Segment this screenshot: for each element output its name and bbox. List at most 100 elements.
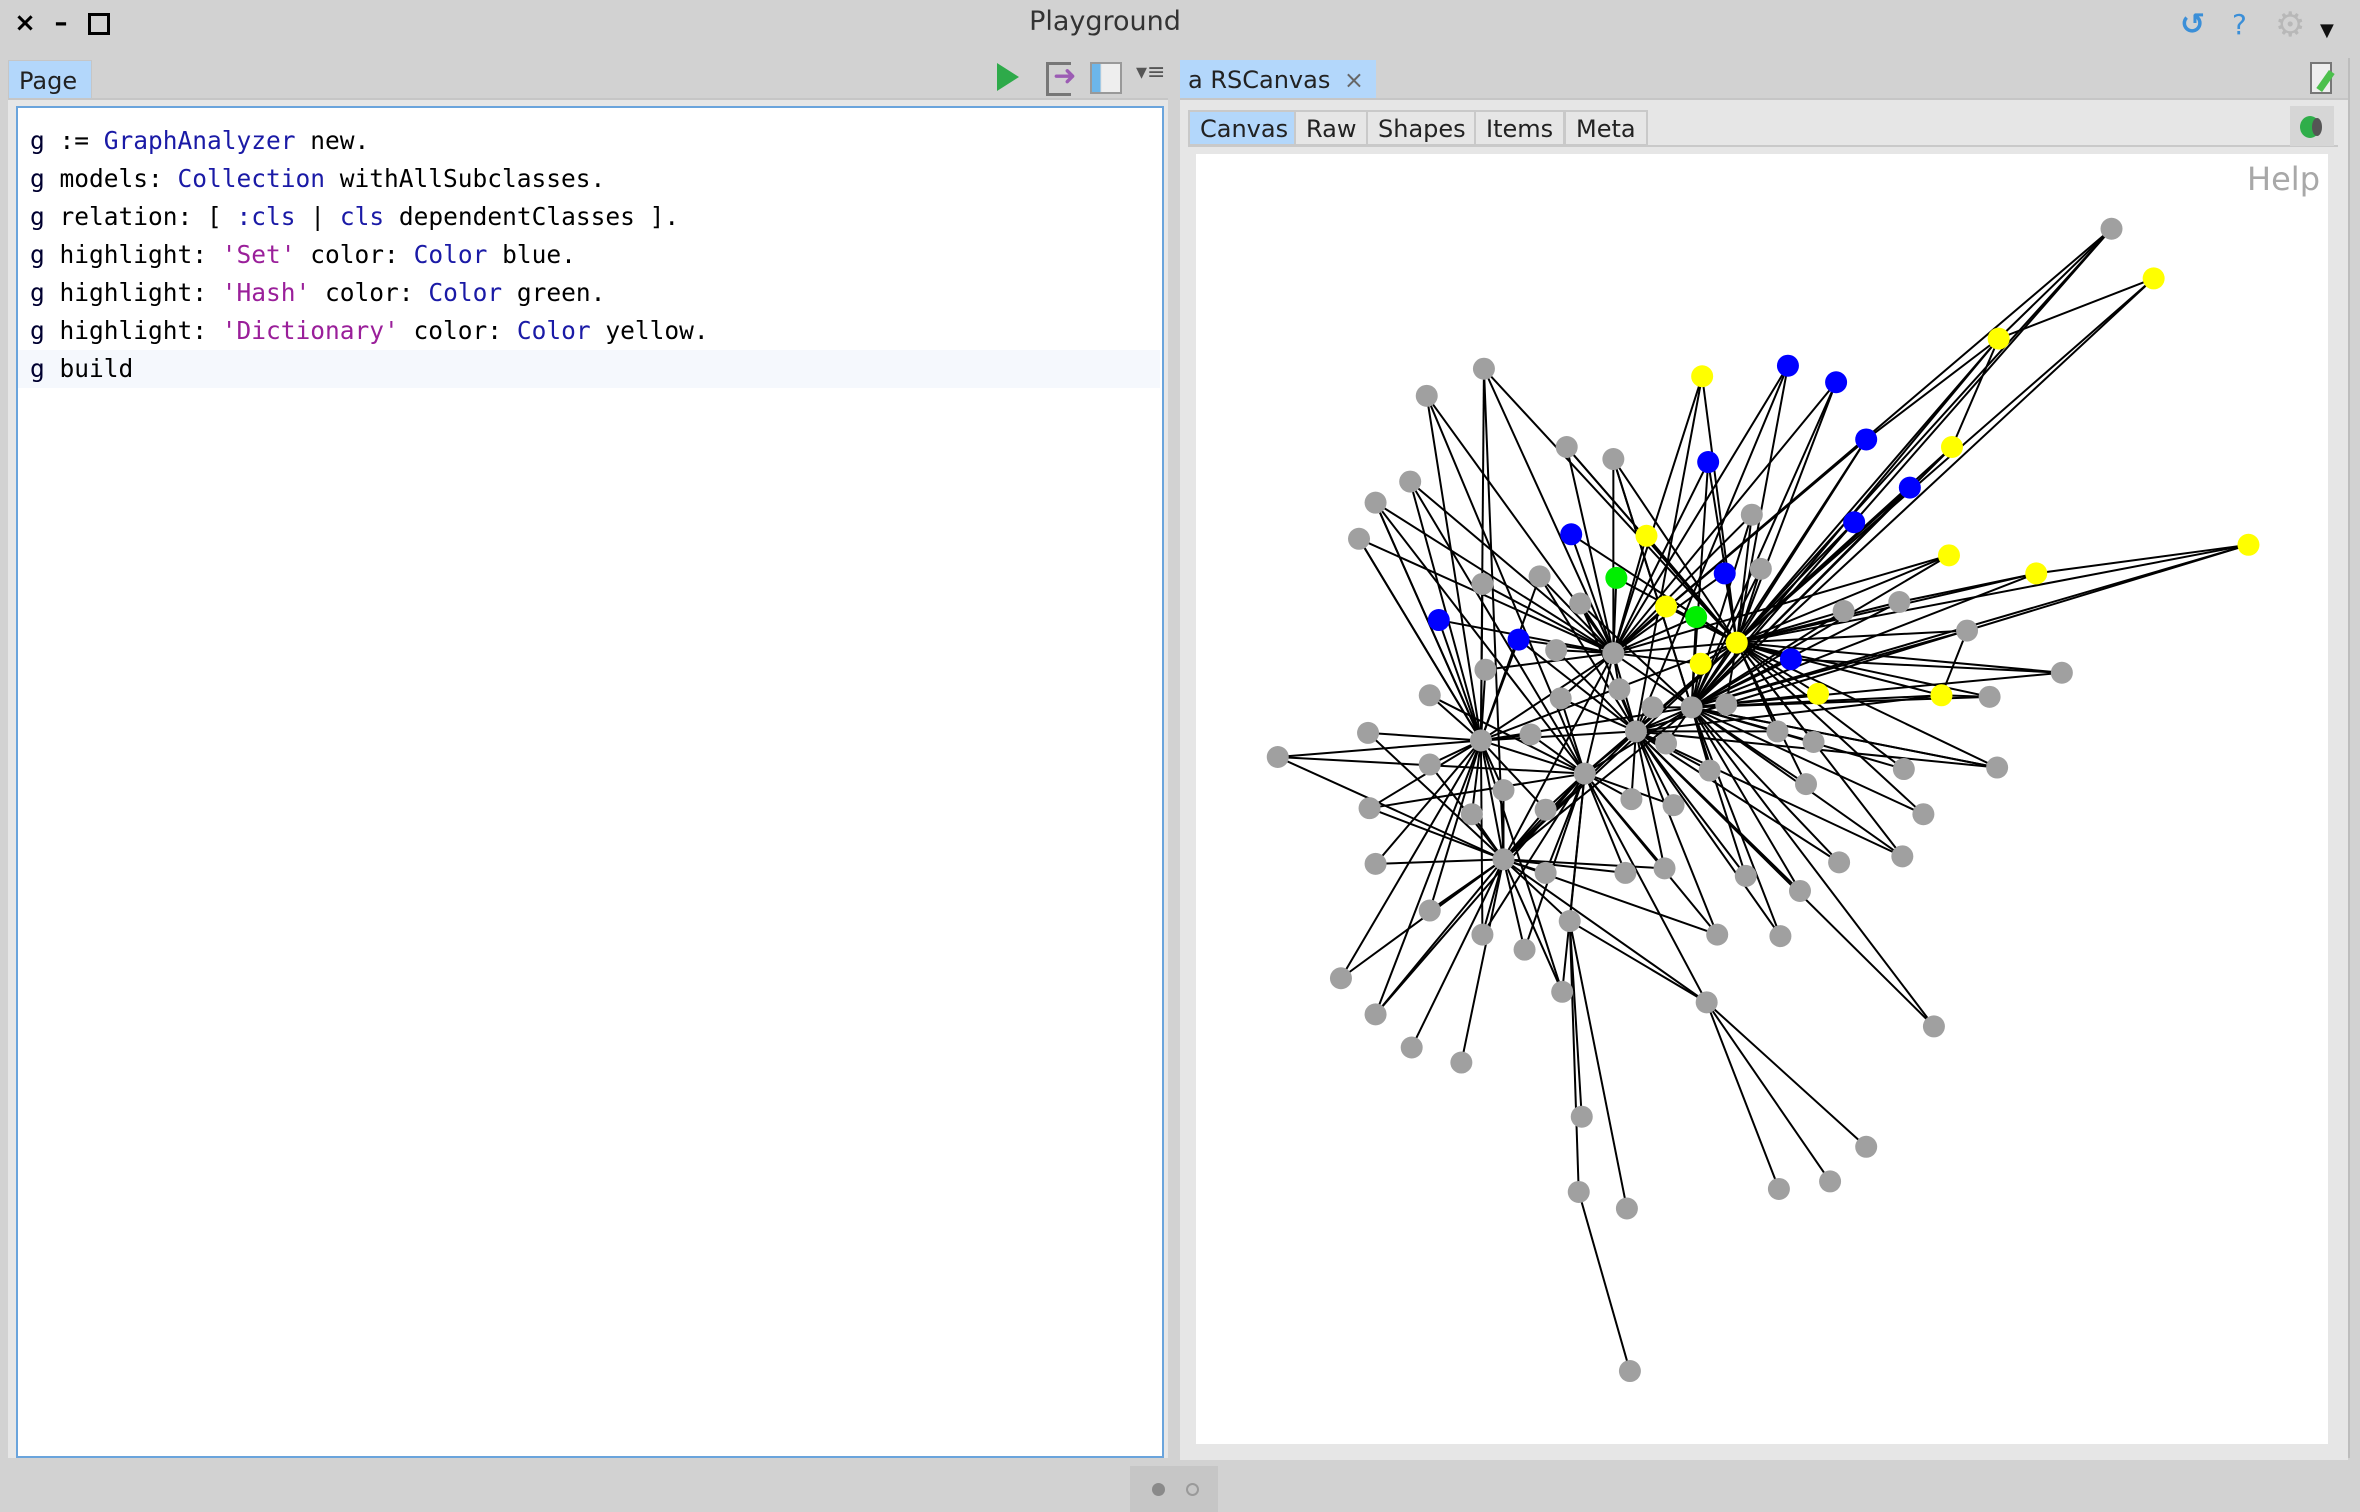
- graph-node-blue[interactable]: [1427, 609, 1450, 632]
- graph-node-blue[interactable]: [1560, 523, 1583, 546]
- graph-node-blue[interactable]: [1825, 371, 1848, 394]
- graph-node-gray[interactable]: [1828, 851, 1851, 874]
- graph-node-gray[interactable]: [1795, 773, 1817, 796]
- graph-node-gray[interactable]: [1551, 980, 1574, 1003]
- graph-node-gray[interactable]: [1715, 693, 1738, 716]
- bindings-icon[interactable]: [1090, 62, 1122, 94]
- graph-node-gray[interactable]: [1492, 848, 1515, 871]
- graph-node-gray[interactable]: [1615, 1197, 1638, 1220]
- tab-rscanvas[interactable]: a RSCanvas ×: [1180, 60, 1376, 98]
- graph-node-yellow[interactable]: [1930, 684, 1953, 707]
- subtab-meta[interactable]: Meta: [1564, 110, 1648, 146]
- graph-node-gray[interactable]: [1698, 759, 1721, 782]
- graph-node-gray[interactable]: [1450, 1051, 1473, 1074]
- graph-node-gray[interactable]: [1922, 1015, 1945, 1038]
- graph-node-gray[interactable]: [1400, 1036, 1423, 1059]
- graph-node-gray[interactable]: [1802, 730, 1825, 753]
- graph-node-yellow[interactable]: [1937, 544, 1960, 567]
- pane-splitter[interactable]: [1168, 58, 1180, 1458]
- dependency-graph[interactable]: [1196, 154, 2328, 1444]
- code-line[interactable]: g build: [18, 350, 1160, 388]
- graph-node-gray[interactable]: [1706, 923, 1729, 946]
- graph-node-gray[interactable]: [1819, 1170, 1842, 1193]
- graph-node-gray[interactable]: [1528, 565, 1551, 588]
- code-line[interactable]: g := GraphAnalyzer new.: [30, 122, 369, 160]
- help-icon[interactable]: ?: [2232, 8, 2247, 42]
- graph-node-gray[interactable]: [1534, 798, 1557, 821]
- graph-node-green[interactable]: [1685, 606, 1708, 629]
- graph-node-gray[interactable]: [1418, 899, 1441, 922]
- graph-node-gray[interactable]: [1641, 696, 1664, 719]
- page-dot-1[interactable]: [1152, 1483, 1165, 1496]
- graph-node-blue[interactable]: [1713, 562, 1736, 585]
- graph-node-gray[interactable]: [1364, 852, 1387, 875]
- graph-node-gray[interactable]: [1662, 794, 1685, 817]
- graph-node-gray[interactable]: [1956, 619, 1979, 642]
- graph-node-gray[interactable]: [1558, 910, 1581, 933]
- graph-node-gray[interactable]: [1891, 845, 1914, 868]
- graph-node-yellow[interactable]: [1691, 365, 1714, 388]
- graph-node-gray[interactable]: [1358, 797, 1381, 820]
- graph-node-gray[interactable]: [1614, 861, 1637, 884]
- help-label[interactable]: Help: [2247, 160, 2320, 198]
- rs-canvas[interactable]: Help: [1196, 154, 2328, 1444]
- graph-node-gray[interactable]: [1740, 503, 1763, 526]
- graph-node-gray[interactable]: [1513, 938, 1536, 961]
- graph-node-gray[interactable]: [1534, 861, 1557, 884]
- graph-node-gray[interactable]: [1364, 491, 1387, 514]
- dropdown-arrow-icon[interactable]: ▼: [2320, 14, 2334, 48]
- graph-node-blue[interactable]: [1898, 476, 1921, 499]
- graph-node-yellow[interactable]: [1689, 652, 1712, 675]
- graph-node-gray[interactable]: [1492, 779, 1515, 802]
- graph-node-gray[interactable]: [1832, 600, 1855, 623]
- page-dot-2[interactable]: [1186, 1483, 1199, 1496]
- graph-node-gray[interactable]: [1986, 756, 2009, 779]
- graph-node-gray[interactable]: [1653, 857, 1676, 880]
- graph-node-gray[interactable]: [1348, 527, 1371, 550]
- graph-node-gray[interactable]: [1418, 753, 1441, 776]
- code-line[interactable]: g highlight: 'Dictionary' color: Color y…: [30, 312, 709, 350]
- graph-node-yellow[interactable]: [1635, 524, 1658, 547]
- graph-node-yellow[interactable]: [2142, 267, 2165, 290]
- code-line[interactable]: g models: Collection withAllSubclasses.: [30, 160, 605, 198]
- graph-node-gray[interactable]: [1695, 991, 1718, 1014]
- graph-node-gray[interactable]: [1602, 448, 1625, 471]
- graph-node-gray[interactable]: [1567, 1180, 1590, 1203]
- graph-node-gray[interactable]: [1549, 687, 1572, 710]
- graph-node-blue[interactable]: [1855, 428, 1878, 451]
- graph-node-gray[interactable]: [1569, 592, 1592, 615]
- graph-node-gray[interactable]: [1766, 720, 1789, 743]
- graph-node-yellow[interactable]: [2025, 562, 2048, 585]
- export-icon[interactable]: ➜: [1046, 59, 1076, 96]
- graph-node-gray[interactable]: [1608, 678, 1631, 701]
- graph-node-gray[interactable]: [2100, 217, 2123, 240]
- graph-node-gray[interactable]: [1680, 696, 1703, 719]
- graph-node-blue[interactable]: [1843, 511, 1866, 534]
- graph-node-gray[interactable]: [1545, 639, 1568, 662]
- subtab-items[interactable]: Items: [1474, 110, 1566, 146]
- graph-node-gray[interactable]: [1555, 435, 1578, 458]
- graph-node-blue[interactable]: [1697, 451, 1720, 474]
- subtab-shapes[interactable]: Shapes: [1366, 110, 1478, 146]
- graph-node-gray[interactable]: [1519, 723, 1542, 746]
- graph-node-yellow[interactable]: [1940, 435, 1963, 458]
- code-line[interactable]: g highlight: 'Set' color: Color blue.: [30, 236, 576, 274]
- graph-node-yellow[interactable]: [2237, 533, 2260, 556]
- graph-node-gray[interactable]: [1788, 879, 1811, 902]
- graph-node-blue[interactable]: [1507, 628, 1530, 651]
- graph-node-gray[interactable]: [1364, 1003, 1387, 1026]
- graph-node-blue[interactable]: [1779, 648, 1802, 671]
- code-editor[interactable]: g := GraphAnalyzer new. g models: Collect…: [16, 106, 1164, 1458]
- graph-node-green[interactable]: [1605, 566, 1628, 589]
- graph-node-gray[interactable]: [1620, 788, 1643, 811]
- graph-node-yellow[interactable]: [1655, 595, 1678, 618]
- gear-icon[interactable]: ⚙: [2275, 8, 2305, 42]
- tab-page[interactable]: Page: [8, 60, 92, 98]
- graph-node-gray[interactable]: [1570, 1105, 1593, 1128]
- graph-node-gray[interactable]: [1978, 685, 2001, 708]
- graph-node-gray[interactable]: [1734, 864, 1757, 887]
- graph-node-blue[interactable]: [1776, 354, 1799, 377]
- graph-node-gray[interactable]: [1472, 357, 1495, 380]
- graph-node-gray[interactable]: [1655, 732, 1678, 755]
- graph-node-yellow[interactable]: [1807, 682, 1830, 705]
